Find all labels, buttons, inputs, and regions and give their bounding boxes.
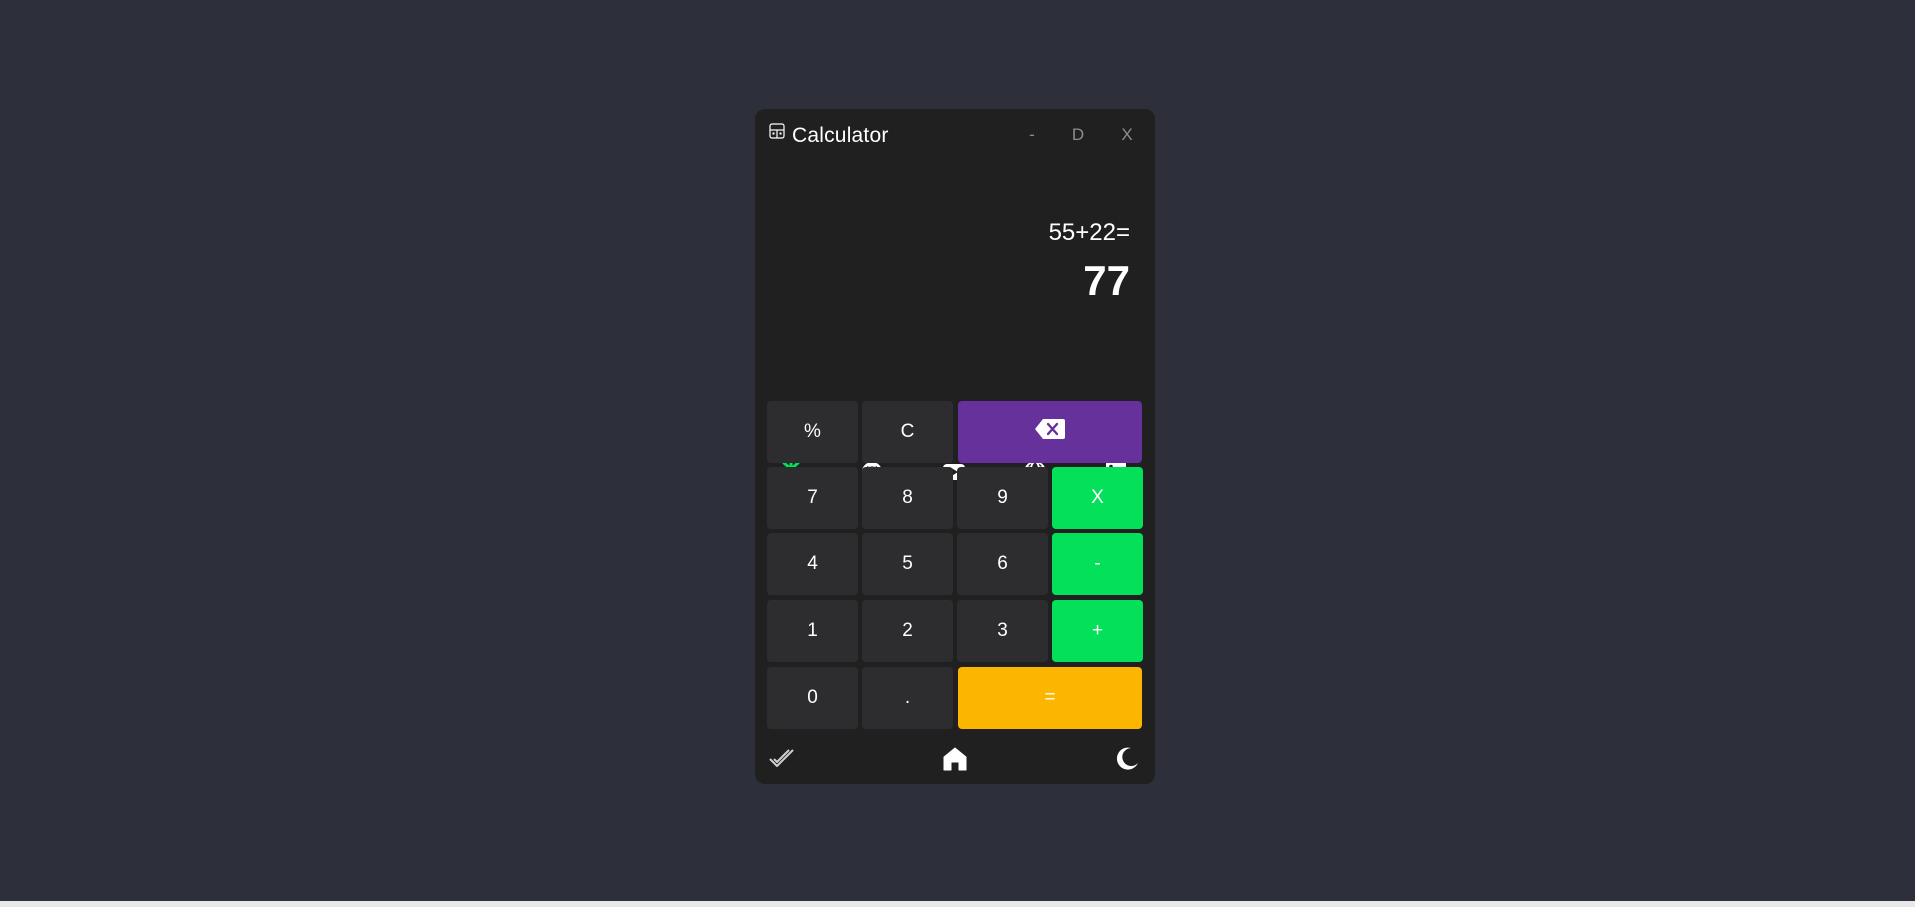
backspace-button[interactable]: [958, 401, 1142, 463]
decimal-button[interactable]: .: [862, 667, 953, 729]
title-bar: Calculator - D X: [755, 109, 1155, 159]
equals-button[interactable]: =: [958, 667, 1142, 729]
key-2[interactable]: 2: [862, 600, 953, 662]
key-6[interactable]: 6: [957, 533, 1048, 595]
expression-text: 55+22=: [1048, 219, 1130, 246]
key-4[interactable]: 4: [767, 533, 858, 595]
key-0[interactable]: 0: [767, 667, 858, 729]
key-5[interactable]: 5: [862, 533, 953, 595]
close-button[interactable]: X: [1117, 125, 1137, 145]
key-7[interactable]: 7: [767, 467, 858, 529]
result-text: 77: [1083, 257, 1130, 304]
clear-button[interactable]: C: [862, 401, 953, 463]
key-8[interactable]: 8: [862, 467, 953, 529]
key-1[interactable]: 1: [767, 600, 858, 662]
key-9[interactable]: 9: [957, 467, 1048, 529]
percent-button[interactable]: %: [767, 401, 858, 463]
home-icon[interactable]: [940, 744, 970, 774]
calculator-icon: [769, 123, 785, 139]
maximize-button[interactable]: D: [1068, 125, 1088, 145]
minimize-button[interactable]: -: [1022, 125, 1042, 145]
keypad: % C 7 8 9 X 4 5 6 - 1 2 3 + 0 . =: [767, 401, 1143, 729]
moon-icon[interactable]: [1112, 744, 1142, 774]
check-history-icon[interactable]: [767, 744, 797, 774]
app-title: Calculator: [792, 124, 889, 147]
backspace-icon: [1034, 418, 1066, 446]
key-3[interactable]: 3: [957, 600, 1048, 662]
minus-button[interactable]: -: [1052, 533, 1143, 595]
calculator-window: Calculator - D X 55+22= 77 % C 7 8 9 X 4…: [755, 109, 1155, 784]
bottom-scroll-area: [0, 901, 1915, 907]
multiply-button[interactable]: X: [1052, 467, 1143, 529]
footer-bar: [755, 744, 1155, 774]
plus-button[interactable]: +: [1052, 600, 1143, 662]
